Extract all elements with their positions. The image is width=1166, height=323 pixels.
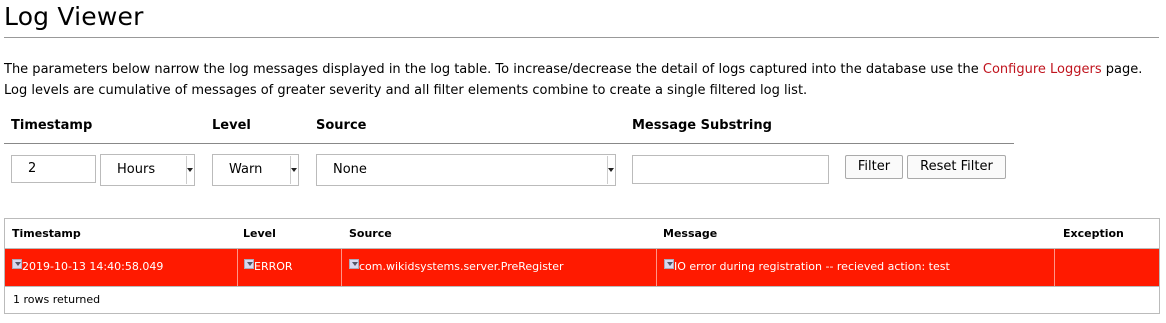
page-description: The parameters below narrow the log mess…	[4, 59, 1160, 101]
timestamp-amount-input[interactable]	[11, 155, 96, 183]
filter-button[interactable]: Filter	[845, 155, 903, 179]
level-value-cell: ERROR	[254, 260, 293, 273]
source-value-cell: com.wikidsystems.server.PreRegister	[359, 260, 564, 273]
source-select[interactable]: None	[316, 154, 616, 186]
reset-filter-button[interactable]: Reset Filter	[907, 155, 1006, 179]
level-cell: ERROR	[237, 249, 342, 286]
log-table: Timestamp Level Source Message Exception…	[4, 218, 1160, 314]
title-divider	[4, 37, 1159, 38]
filter-icon[interactable]	[664, 259, 674, 269]
level-label: Level	[212, 118, 251, 133]
level-select[interactable]: Warn	[212, 154, 299, 186]
chevron-down-icon	[186, 156, 193, 184]
chevron-down-icon	[290, 156, 297, 184]
message-substring-input[interactable]	[632, 155, 829, 184]
level-value: Warn	[229, 162, 263, 177]
table-row[interactable]: 2019-10-13 14:40:58.049 ERROR com.wikids…	[5, 249, 1159, 287]
table-header: Timestamp Level Source Message Exception	[5, 219, 1159, 249]
description-text-1: The parameters below narrow the log mess…	[4, 62, 983, 77]
filter-icon[interactable]	[244, 259, 254, 269]
chevron-down-icon	[607, 156, 614, 184]
column-header-level[interactable]: Level	[243, 227, 276, 240]
rows-returned-count: 1 rows returned	[13, 293, 101, 306]
filter-icon[interactable]	[349, 259, 359, 269]
filter-header-divider	[4, 143, 1014, 144]
timestamp-label: Timestamp	[11, 118, 93, 133]
configure-loggers-link[interactable]: Configure Loggers	[983, 62, 1102, 77]
source-value: None	[333, 162, 367, 177]
timestamp-unit-value: Hours	[117, 162, 156, 177]
timestamp-cell: 2019-10-13 14:40:58.049	[5, 249, 238, 286]
message-value-cell: IO error during registration -- recieved…	[674, 260, 950, 273]
column-header-source[interactable]: Source	[349, 227, 392, 240]
timestamp-value: 2019-10-13 14:40:58.049	[22, 260, 164, 273]
page-title: Log Viewer	[4, 2, 144, 31]
exception-cell	[1055, 249, 1159, 286]
source-label: Source	[316, 118, 367, 133]
timestamp-unit-select[interactable]: Hours	[100, 154, 195, 186]
source-cell: com.wikidsystems.server.PreRegister	[342, 249, 657, 286]
message-substring-label: Message Substring	[632, 118, 772, 133]
filter-icon[interactable]	[12, 259, 22, 269]
column-header-message[interactable]: Message	[663, 227, 717, 240]
column-header-exception[interactable]: Exception	[1063, 227, 1124, 240]
column-header-timestamp[interactable]: Timestamp	[12, 227, 81, 240]
message-cell: IO error during registration -- recieved…	[657, 249, 1055, 286]
